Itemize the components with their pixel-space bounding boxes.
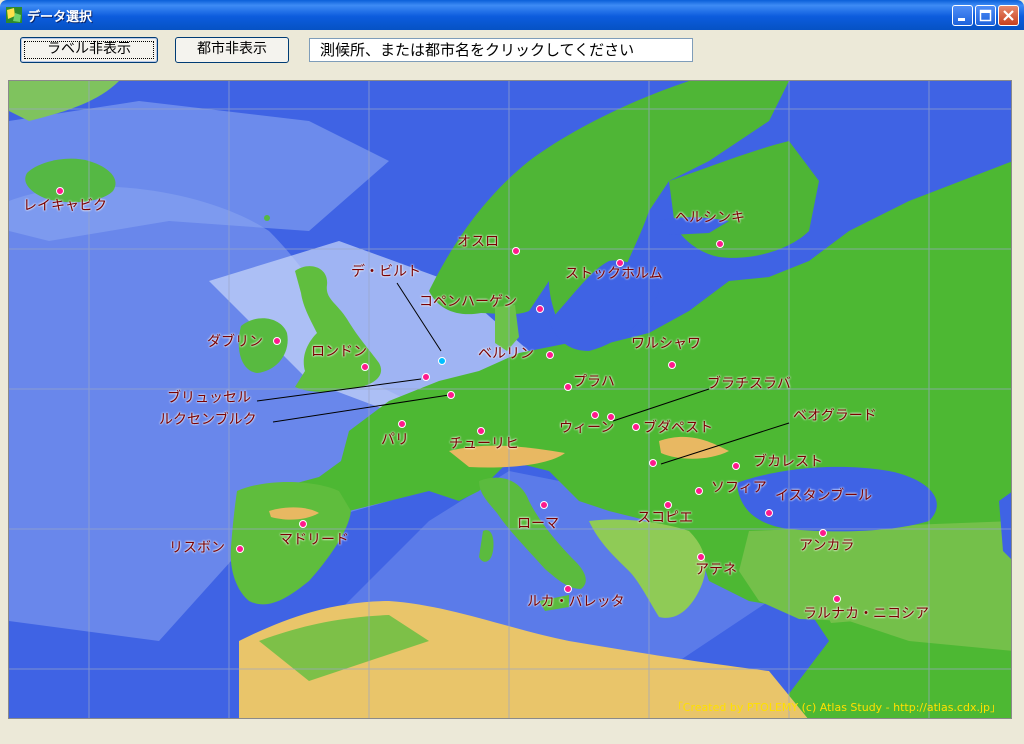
city-marker[interactable]: [56, 187, 64, 195]
city-marker[interactable]: [422, 373, 430, 381]
minimize-button[interactable]: [952, 5, 973, 26]
maximize-button[interactable]: [975, 5, 996, 26]
city-marker[interactable]: [564, 383, 572, 391]
city-label[interactable]: チューリヒ: [449, 433, 519, 453]
hide-cities-label: 都市非表示: [197, 41, 267, 57]
city-label[interactable]: イスタンブール: [775, 485, 872, 505]
city-marker[interactable]: [447, 391, 455, 399]
city-label[interactable]: プラハ: [573, 371, 615, 391]
city-label[interactable]: ストックホルム: [565, 263, 663, 283]
city-label[interactable]: パリ: [381, 429, 409, 449]
city-label[interactable]: レイキャビク: [23, 195, 107, 215]
city-marker[interactable]: [546, 351, 554, 359]
city-marker[interactable]: [540, 501, 548, 509]
city-label[interactable]: デ・ビルト: [351, 261, 421, 281]
bottom-bar: [0, 722, 1024, 744]
city-label[interactable]: ワルシャワ: [631, 333, 701, 353]
city-marker[interactable]: [668, 361, 676, 369]
close-button[interactable]: [998, 5, 1019, 26]
city-label[interactable]: ウィーン: [559, 417, 614, 437]
city-label[interactable]: ロンドン: [311, 341, 367, 361]
city-label[interactable]: スコピエ: [637, 507, 693, 527]
city-label[interactable]: ブラチスラバ: [707, 373, 791, 393]
hide-cities-button[interactable]: 都市非表示: [175, 37, 289, 63]
city-label[interactable]: ルクセンブルク: [159, 409, 257, 429]
minimize-icon: [958, 18, 965, 21]
city-label[interactable]: ヘルシンキ: [675, 207, 745, 227]
europe-map[interactable]: レイキャビクオスロ ヘルシンキストックホルム デ・ビルトコペンハーゲンダブリンロンド…: [8, 80, 1012, 719]
city-marker[interactable]: [438, 357, 446, 365]
city-label[interactable]: ダブリン: [207, 331, 263, 351]
city-marker[interactable]: [236, 545, 244, 553]
city-marker[interactable]: [649, 459, 657, 467]
city-marker[interactable]: [695, 487, 703, 495]
app-icon: [6, 7, 22, 23]
city-marker[interactable]: [716, 240, 724, 248]
window-title: データ選択: [27, 10, 93, 25]
city-marker[interactable]: [632, 423, 640, 431]
focus-rect: [24, 41, 154, 59]
status-field: 測候所、または都市名をクリックしてください: [309, 38, 693, 62]
city-marker[interactable]: [765, 509, 773, 517]
city-label[interactable]: アンカラ: [799, 535, 854, 555]
title-bar[interactable]: データ選択: [0, 0, 1024, 30]
city-label[interactable]: ソフィア: [711, 477, 767, 497]
city-marker[interactable]: [273, 337, 281, 345]
city-label[interactable]: ブダペスト: [643, 417, 713, 437]
city-label[interactable]: ベオグラード: [793, 405, 877, 425]
maximize-icon: [979, 9, 992, 22]
city-label[interactable]: マドリード: [279, 529, 349, 549]
city-marker[interactable]: [833, 595, 841, 603]
city-label[interactable]: リスボン: [169, 537, 225, 557]
city-label[interactable]: ローマ: [517, 513, 559, 533]
data-select-window: データ選択 ラベル非表示 都市非表示 測候所、または都市名をクリックしてください: [0, 0, 1024, 744]
city-marker[interactable]: [299, 520, 307, 528]
city-marker[interactable]: [536, 305, 544, 313]
map-background: [9, 81, 1011, 718]
city-label[interactable]: ブリュッセル: [167, 387, 251, 407]
city-label[interactable]: オスロ: [457, 231, 499, 251]
city-label[interactable]: ブカレスト: [753, 451, 823, 471]
close-icon: [1003, 10, 1014, 21]
city-label[interactable]: ベルリン: [478, 343, 534, 363]
hide-labels-button[interactable]: ラベル非表示: [20, 37, 158, 63]
city-marker[interactable]: [732, 462, 740, 470]
city-label[interactable]: アテネ: [695, 559, 737, 579]
city-label[interactable]: ルカ・バレッタ: [527, 591, 625, 611]
city-marker[interactable]: [512, 247, 520, 255]
city-label[interactable]: ラルナカ・ニコシア: [803, 603, 929, 623]
city-marker[interactable]: [361, 363, 369, 371]
city-label[interactable]: コペンハーゲン: [419, 291, 517, 311]
map-credit: 「Created by PTOLEMY (c) Atlas Study - ht…: [671, 701, 1001, 714]
city-marker[interactable]: [398, 420, 406, 428]
